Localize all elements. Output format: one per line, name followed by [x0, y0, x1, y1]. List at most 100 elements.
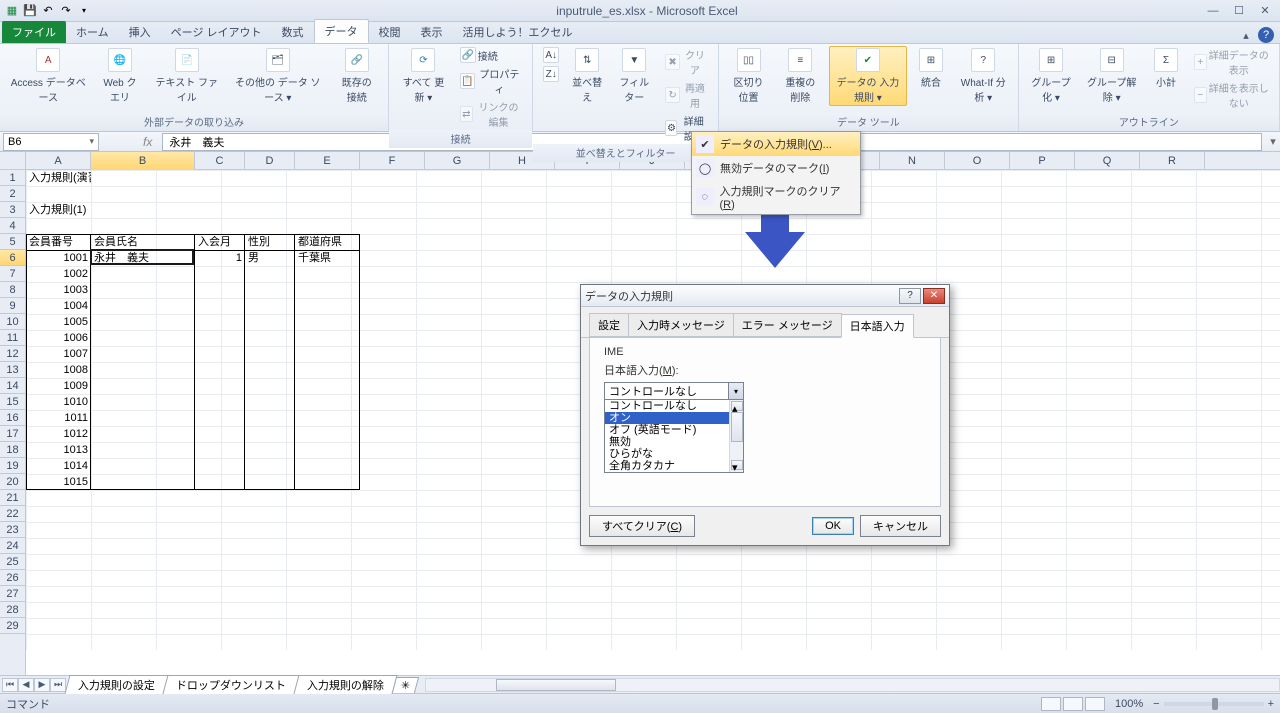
- sheet-nav-prev-icon[interactable]: ◀: [18, 678, 34, 692]
- column-header-A[interactable]: A: [26, 152, 91, 170]
- sheet-tab-2[interactable]: ドロップダウンリスト: [162, 675, 299, 694]
- menu-data-validation[interactable]: ✔データの入力規則(V)...: [692, 132, 860, 156]
- properties-button[interactable]: 📋プロパティ: [456, 65, 526, 97]
- dialog-titlebar[interactable]: データの入力規則 ? ✕: [581, 285, 949, 307]
- dialog-tab-ime[interactable]: 日本語入力: [841, 314, 914, 338]
- ungroup-button[interactable]: ⊟グループ解除 ▾: [1081, 46, 1142, 106]
- zoom-slider[interactable]: − +: [1153, 698, 1274, 710]
- row-header-4[interactable]: 4: [0, 218, 25, 234]
- row-header-13[interactable]: 13: [0, 362, 25, 378]
- ime-mode-combo[interactable]: コントロールなし ▾: [604, 382, 744, 400]
- tab-extra[interactable]: 活用しよう！エクセル: [453, 21, 583, 43]
- column-header-D[interactable]: D: [245, 152, 295, 170]
- tab-review[interactable]: 校閲: [369, 21, 411, 43]
- group-button[interactable]: ⊞グループ化 ▾: [1025, 46, 1078, 106]
- cell-A3[interactable]: 入力規則(1) 昇順での 並べ替え: [26, 202, 91, 218]
- sheet-tab-3[interactable]: 入力規則の解除: [293, 675, 397, 694]
- column-header-P[interactable]: P: [1010, 152, 1075, 170]
- row-header-29[interactable]: 29: [0, 618, 25, 634]
- tab-insert[interactable]: 挿入: [119, 21, 161, 43]
- tab-file[interactable]: ファイル: [2, 21, 66, 43]
- text-to-columns-button[interactable]: ▯▯区切り位置: [725, 46, 772, 106]
- tab-view[interactable]: 表示: [411, 21, 453, 43]
- sort-za-button[interactable]: Z↓: [539, 65, 563, 83]
- cancel-button[interactable]: キャンセル: [860, 515, 941, 537]
- sort-az-button[interactable]: A↓: [539, 46, 563, 64]
- row-header-27[interactable]: 27: [0, 586, 25, 602]
- listbox-scrollbar[interactable]: ▴ ▾: [729, 400, 743, 472]
- tab-layout[interactable]: ページ レイアウト: [161, 21, 272, 43]
- row-header-16[interactable]: 16: [0, 410, 25, 426]
- dialog-close-button[interactable]: ✕: [923, 288, 945, 304]
- row-header-22[interactable]: 22: [0, 506, 25, 522]
- sheet-nav-last-icon[interactable]: ⏭: [50, 678, 66, 692]
- combo-dropdown-icon[interactable]: ▾: [728, 383, 743, 399]
- column-header-C[interactable]: C: [195, 152, 245, 170]
- row-header-21[interactable]: 21: [0, 490, 25, 506]
- row-header-7[interactable]: 7: [0, 266, 25, 282]
- ime-option-0[interactable]: コントロールなし: [605, 400, 743, 412]
- view-page-layout-button[interactable]: [1063, 697, 1083, 711]
- row-header-19[interactable]: 19: [0, 458, 25, 474]
- sheet-tab-1[interactable]: 入力規則の設定: [64, 675, 168, 694]
- qat-more-icon[interactable]: ▾: [76, 3, 92, 19]
- scroll-down-icon[interactable]: ▾: [731, 460, 743, 470]
- from-access-button[interactable]: AAccess データベース: [6, 46, 90, 106]
- row-header-17[interactable]: 17: [0, 426, 25, 442]
- sheet-tab-new[interactable]: ✳: [392, 677, 420, 693]
- dialog-tab-error-alert[interactable]: エラー メッセージ: [733, 313, 842, 337]
- data-validation-button[interactable]: ✔データの 入力規則 ▾: [829, 46, 907, 106]
- ime-option-2[interactable]: オフ (英語モード): [605, 424, 743, 436]
- tab-data[interactable]: データ: [314, 19, 369, 43]
- column-header-E[interactable]: E: [295, 152, 360, 170]
- zoom-in-icon[interactable]: +: [1268, 698, 1274, 710]
- maximize-icon[interactable]: ☐: [1228, 3, 1250, 19]
- clear-all-button[interactable]: すべてクリア(C): [589, 515, 695, 537]
- minimize-ribbon-icon[interactable]: ▴: [1238, 27, 1254, 43]
- fx-icon[interactable]: fx: [137, 135, 158, 149]
- row-header-24[interactable]: 24: [0, 538, 25, 554]
- ime-option-5[interactable]: 全角カタカナ: [605, 460, 743, 472]
- row-header-10[interactable]: 10: [0, 314, 25, 330]
- sheet-nav-next-icon[interactable]: ▶: [34, 678, 50, 692]
- minimize-icon[interactable]: —: [1202, 3, 1224, 19]
- column-header-Q[interactable]: Q: [1075, 152, 1140, 170]
- undo-icon[interactable]: ↶: [40, 3, 56, 19]
- subtotal-button[interactable]: Σ小計: [1146, 46, 1186, 91]
- dialog-tab-input-message[interactable]: 入力時メッセージ: [628, 313, 734, 337]
- formula-bar-expand-icon[interactable]: ▾: [1266, 135, 1280, 148]
- tab-formulas[interactable]: 数式: [272, 21, 314, 43]
- column-header-N[interactable]: N: [880, 152, 945, 170]
- whatif-button[interactable]: ?What-If 分析 ▾: [955, 46, 1012, 106]
- from-text-button[interactable]: 📄テキスト ファイル: [149, 46, 224, 106]
- row-header-8[interactable]: 8: [0, 282, 25, 298]
- column-header-R[interactable]: R: [1140, 152, 1205, 170]
- row-header-14[interactable]: 14: [0, 378, 25, 394]
- row-header-5[interactable]: 5: [0, 234, 25, 250]
- tab-home[interactable]: ホーム: [66, 21, 119, 43]
- ime-option-4[interactable]: ひらがな: [605, 448, 743, 460]
- dialog-help-button[interactable]: ?: [899, 288, 921, 304]
- select-all-button[interactable]: [0, 152, 26, 169]
- dialog-tab-settings[interactable]: 設定: [589, 313, 629, 337]
- zoom-percent[interactable]: 100%: [1115, 698, 1143, 710]
- redo-icon[interactable]: ↷: [58, 3, 74, 19]
- scroll-thumb[interactable]: [731, 412, 743, 442]
- row-header-20[interactable]: 20: [0, 474, 25, 490]
- view-page-break-button[interactable]: [1085, 697, 1105, 711]
- save-icon[interactable]: 💾: [22, 3, 38, 19]
- filter-button[interactable]: ▼フィルター: [611, 46, 657, 106]
- sheet-nav-first-icon[interactable]: ⏮: [2, 678, 18, 692]
- ok-button[interactable]: OK: [812, 517, 854, 535]
- horizontal-scrollbar[interactable]: [425, 678, 1280, 692]
- row-header-3[interactable]: 3: [0, 202, 25, 218]
- hscroll-thumb[interactable]: [496, 679, 616, 691]
- row-header-6[interactable]: 6: [0, 250, 25, 266]
- name-box-dropdown-icon[interactable]: ▾: [89, 136, 94, 147]
- row-header-1[interactable]: 1: [0, 170, 25, 186]
- consolidate-button[interactable]: ⊞統合: [911, 46, 951, 91]
- existing-connections-button[interactable]: 🔗既存の 接続: [331, 46, 382, 106]
- ime-option-1[interactable]: オン: [605, 412, 743, 424]
- remove-duplicates-button[interactable]: ≡重複の 削除: [776, 46, 825, 106]
- view-normal-button[interactable]: [1041, 697, 1061, 711]
